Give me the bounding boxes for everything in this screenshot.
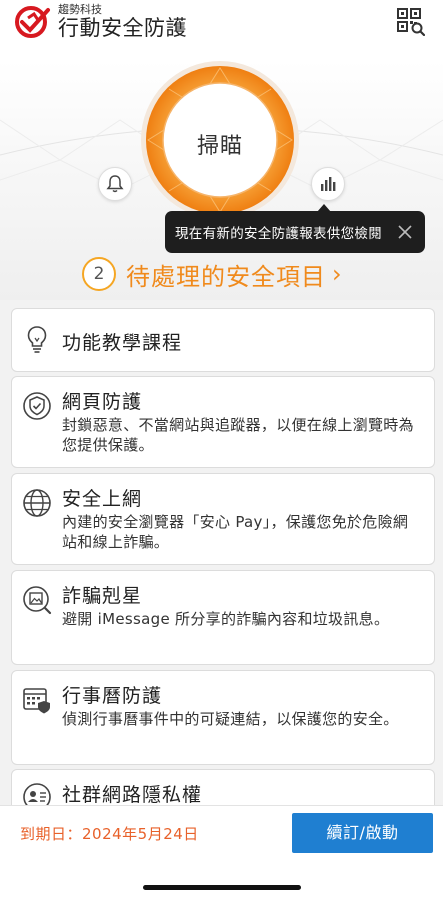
bell-icon bbox=[106, 175, 124, 193]
bar-chart-icon bbox=[321, 177, 336, 191]
tooltip-arrow bbox=[317, 204, 331, 212]
feature-card-safe-browsing[interactable]: 安全上網 內建的安全瀏覽器「安心 Pay」，保護您免於危險網站和線上詐騙。 bbox=[11, 473, 435, 565]
feature-description: 避開 iMessage 所分享的詐騙內容和垃圾訊息。 bbox=[62, 610, 390, 628]
pending-items-link[interactable]: 2 待處理的安全項目 › bbox=[82, 256, 342, 292]
calendar-shield-icon bbox=[23, 688, 50, 714]
id-card-icon bbox=[23, 783, 51, 805]
feature-description: 內建的安全瀏覽器「安心 Pay」，保護您免於危險網站和線上詐騙。 bbox=[62, 513, 409, 551]
expiry-date: 到期日：2024年5月24日 bbox=[20, 825, 199, 843]
brand: 趨勢科技 行動安全防護 bbox=[14, 4, 187, 40]
feature-card-fraud-buster[interactable]: 詐騙剋星 避開 iMessage 所分享的詐騙內容和垃圾訊息。 bbox=[11, 570, 435, 665]
globe-icon bbox=[23, 489, 51, 517]
feature-title: 功能教學課程 bbox=[62, 332, 183, 354]
close-icon[interactable] bbox=[397, 224, 413, 240]
reports-button[interactable] bbox=[311, 167, 345, 201]
app-title: 行動安全防護 bbox=[58, 16, 187, 40]
chevron-right-icon: › bbox=[332, 260, 342, 288]
image-search-icon bbox=[23, 586, 52, 615]
home-indicator[interactable] bbox=[143, 885, 301, 890]
feature-card-calendar-guard[interactable]: 行事曆防護 偵測行事曆事件中的可疑連結，以保護您的安全。 bbox=[11, 670, 435, 765]
feature-card-tutorial[interactable]: 功能教學課程 bbox=[11, 308, 435, 372]
shield-check-icon bbox=[23, 392, 51, 420]
app-header: 趨勢科技 行動安全防護 bbox=[0, 0, 443, 60]
subscription-footer: 到期日：2024年5月24日 續訂/啟動 bbox=[0, 805, 443, 901]
feature-description: 偵測行事曆事件中的可疑連結，以保護您的安全。 bbox=[62, 710, 399, 728]
feature-description: 封鎖惡意、不當網站與追蹤器，以便在線上瀏覽時為您提供保護。 bbox=[62, 416, 414, 454]
tooltip-text: 現在有新的安全防護報表供您檢閱 bbox=[175, 226, 382, 242]
trend-micro-logo-icon bbox=[15, 6, 50, 38]
feature-card-web-guard[interactable]: 網頁防護 封鎖惡意、不當網站與追蹤器，以便在線上瀏覽時為您提供保護。 bbox=[11, 376, 435, 468]
notifications-button[interactable] bbox=[98, 167, 132, 201]
company-name: 趨勢科技 bbox=[58, 3, 102, 16]
feature-title: 安全上網 bbox=[62, 488, 143, 510]
feature-title: 行事曆防護 bbox=[62, 685, 163, 707]
qr-scan-icon[interactable] bbox=[397, 8, 425, 36]
feature-title: 社群網路隱私權 bbox=[62, 784, 203, 805]
scan-label[interactable]: 掃瞄 bbox=[140, 128, 300, 160]
hero-section: 掃瞄 現在有新的安全防護報表供您檢閱 2 待處理的安全項目 › bbox=[0, 60, 443, 300]
lightbulb-icon bbox=[27, 326, 47, 353]
pending-items-title: 待處理的安全項目 bbox=[126, 262, 326, 291]
pending-count-badge: 2 bbox=[82, 257, 116, 291]
renew-button[interactable]: 續訂/啟動 bbox=[292, 813, 433, 853]
feature-list[interactable]: 功能教學課程 網頁防護 封鎖惡意、不當網站與追蹤器，以便在線上瀏覽時為您提供保護… bbox=[0, 300, 443, 805]
feature-title: 詐騙剋星 bbox=[62, 585, 143, 607]
feature-card-social-privacy[interactable]: 社群網路隱私權 bbox=[11, 769, 435, 805]
feature-title: 網頁防護 bbox=[62, 391, 143, 413]
report-tooltip: 現在有新的安全防護報表供您檢閱 bbox=[165, 204, 425, 253]
